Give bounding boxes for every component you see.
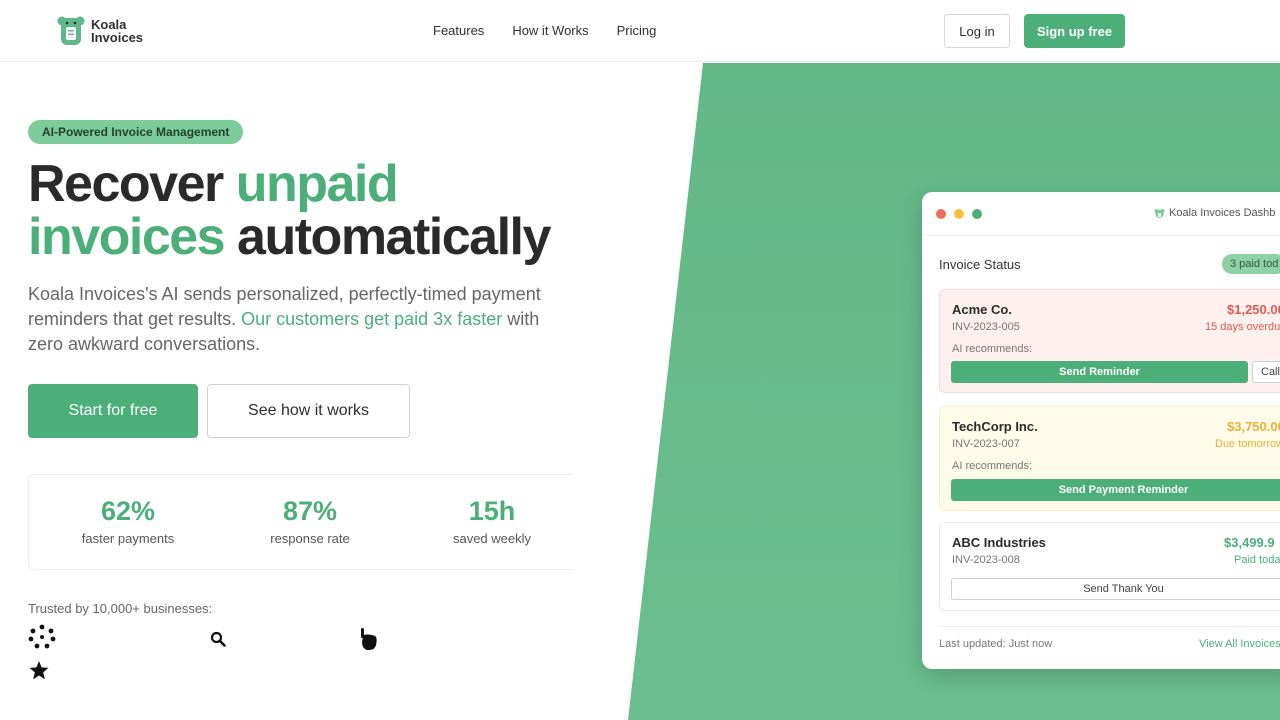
invoice-id: INV-2023-005 xyxy=(952,321,1020,333)
window-minimize-dot xyxy=(954,209,964,219)
paid-today-badge: 3 paid tod xyxy=(1222,254,1280,274)
invoice-amount: $3,499.9 xyxy=(1224,535,1275,550)
dashboard-title: Koala Invoices Dashb xyxy=(1154,207,1275,219)
invoice-card-abc[interactable]: ABC Industries INV-2023-008 $3,499.9 Pai… xyxy=(939,522,1280,611)
invoice-client-name: TechCorp Inc. xyxy=(952,419,1038,434)
invoice-client-name: ABC Industries xyxy=(952,535,1046,550)
ai-recommends-label: AI recommends: xyxy=(952,343,1033,355)
nav-features[interactable]: Features xyxy=(433,23,484,38)
stat-value: 15h xyxy=(468,496,516,526)
stats-panel: 62% faster payments 87% response rate 15… xyxy=(28,474,573,570)
pointer-logo-icon xyxy=(361,628,377,650)
hero-subtitle: Koala Invoices's AI sends personalized, … xyxy=(28,282,548,357)
invoice-card-techcorp[interactable]: TechCorp Inc. INV-2023-007 $3,750.00 Due… xyxy=(939,406,1280,511)
ai-recommends-label: AI recommends: xyxy=(952,460,1033,472)
dashboard-footer: Last updated: Just now View All Invoices xyxy=(939,626,1280,650)
invoice-status: Due tomorrow xyxy=(1215,438,1280,450)
star-logo-icon xyxy=(29,661,49,680)
koala-logo-icon xyxy=(57,16,85,45)
trusted-by-text: Trusted by 10,000+ businesses: xyxy=(28,601,213,616)
invoice-client-name: Acme Co. xyxy=(952,302,1012,317)
window-close-dot xyxy=(936,209,946,219)
signup-button[interactable]: Sign up free xyxy=(1024,14,1125,48)
nav-how-it-works[interactable]: How it Works xyxy=(512,23,588,38)
stat-label: faster payments xyxy=(81,531,175,546)
headline-part-unpaid: unpaid xyxy=(235,155,399,213)
koala-small-icon xyxy=(1154,208,1165,218)
dashboard-preview: Koala Invoices Dashb Invoice Status 3 pa… xyxy=(922,192,1280,669)
headline-part-invoices: invoices xyxy=(28,208,226,266)
top-navbar: Koala Invoices Features How it Works Pri… xyxy=(0,0,1280,62)
brand-name-line2: Invoices xyxy=(91,30,144,45)
subtitle-accent: Our customers get paid 3x faster xyxy=(241,309,503,329)
stat-value: 87% xyxy=(282,496,338,526)
brand-logo[interactable]: Koala Invoices xyxy=(57,15,143,47)
headline-part-recover: Recover xyxy=(28,155,236,213)
invoice-amount: $3,750.00 xyxy=(1227,419,1280,434)
invoice-amount: $1,250.00 xyxy=(1227,302,1280,317)
login-button[interactable]: Log in xyxy=(944,14,1010,48)
search-logo-icon xyxy=(210,631,226,647)
main-nav: Features How it Works Pricing xyxy=(433,23,656,38)
stat-value: 62% xyxy=(100,496,156,526)
start-for-free-button[interactable]: Start for free xyxy=(28,384,198,438)
send-payment-reminder-button[interactable]: Send Payment Reminder xyxy=(951,479,1280,501)
stat-saved-weekly: 15h saved weekly xyxy=(402,495,582,546)
window-maximize-dot xyxy=(972,209,982,219)
invoice-status-heading: Invoice Status xyxy=(939,257,1021,272)
stat-faster-payments: 62% faster payments xyxy=(38,495,218,546)
see-how-it-works-button[interactable]: See how it works xyxy=(207,384,410,438)
headline-part-automatically: automatically xyxy=(224,208,551,266)
dashboard-title-text: Koala Invoices Dashb xyxy=(1169,207,1276,219)
stat-response-rate: 87% response rate xyxy=(220,495,400,546)
stat-label: saved weekly xyxy=(452,531,532,546)
invoice-id: INV-2023-008 xyxy=(952,554,1020,566)
last-updated-text: Last updated: Just now xyxy=(939,638,1053,650)
invoice-id: INV-2023-007 xyxy=(952,438,1020,450)
send-reminder-button[interactable]: Send Reminder xyxy=(951,361,1248,383)
invoice-card-acme[interactable]: Acme Co. INV-2023-005 $1,250.00 15 days … xyxy=(939,289,1280,393)
invoice-status: Paid toda xyxy=(1234,554,1280,566)
view-all-invoices-link[interactable]: View All Invoices xyxy=(1199,638,1280,650)
nav-pricing[interactable]: Pricing xyxy=(617,23,657,38)
hero-badge: AI-Powered Invoice Management xyxy=(28,120,244,144)
dashboard-titlebar: Koala Invoices Dashb xyxy=(922,192,1280,236)
dots-logo-icon xyxy=(28,624,56,649)
hero-headline: Recover unpaid invoices automatically xyxy=(28,158,668,264)
invoice-status: 15 days overdu xyxy=(1205,321,1280,333)
send-thank-you-button[interactable]: Send Thank You xyxy=(951,578,1280,600)
call-button[interactable]: Call xyxy=(1252,361,1280,383)
stat-label: response rate xyxy=(270,531,350,546)
